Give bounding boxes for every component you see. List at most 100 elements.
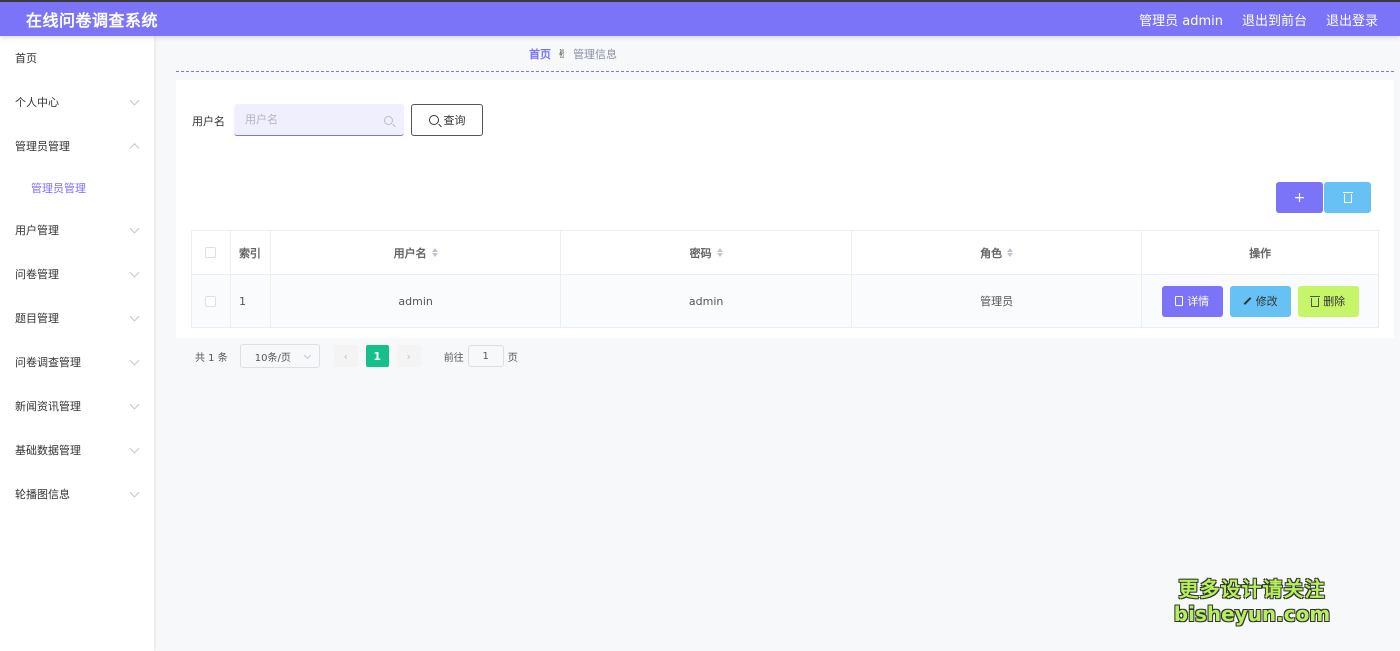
trash-icon (1310, 295, 1321, 307)
sidebar-subitem-label: 管理员管理 (31, 182, 86, 195)
sidebar-item-carousel-info[interactable]: 轮播图信息 (0, 472, 154, 516)
watermark-line-2: bisheyun.com (1173, 602, 1331, 626)
content-card: 用户名 查询 + 索引 用户名 密 (176, 80, 1394, 368)
watermark-line-1: 更多设计请关注 (1178, 577, 1326, 601)
sidebar-item-label: 管理员管理 (15, 140, 70, 153)
cell-actions: 详情 修改 删除 (1142, 275, 1378, 327)
breadcrumb-home[interactable]: 首页 (529, 46, 551, 62)
page-size-value: 10条/页 (254, 352, 291, 364)
header-actions: 管理员 admin 退出到前台 退出登录 (1139, 10, 1378, 29)
cell-index: 1 (231, 275, 271, 327)
column-header-username[interactable]: 用户名 (271, 231, 562, 274)
breadcrumb: 首页 ✌ 管理信息 (176, 36, 1394, 72)
edit-button-label: 修改 (1255, 295, 1278, 308)
column-header-label: 用户名 (393, 246, 427, 260)
sort-icon[interactable] (431, 248, 438, 257)
app-title: 在线问卷调查系统 (26, 11, 159, 30)
sidebar-subitem-admin-management[interactable]: 管理员管理 (0, 168, 154, 208)
batch-delete-button[interactable] (1324, 182, 1371, 213)
sidebar-item-label: 首页 (15, 52, 37, 65)
top-navbar: 在线问卷调查系统 管理员 admin 退出到前台 退出登录 (0, 0, 1400, 36)
column-header-index: 索引 (231, 231, 271, 274)
cell-username: admin (271, 275, 562, 327)
sidebar-item-questionnaire-management[interactable]: 问卷管理 (0, 252, 154, 296)
sidebar-item-admin-management[interactable]: 管理员管理 (0, 124, 154, 168)
row-checkbox[interactable] (205, 295, 217, 307)
sidebar-item-label: 轮播图信息 (15, 488, 70, 501)
pagination: 共 1 条 10条/页 ‹ 1 › 前往 1 页 (195, 344, 518, 368)
exit-to-front-link[interactable]: 退出到前台 (1242, 10, 1307, 29)
cell-role: 管理员 (852, 275, 1143, 327)
chevron-down-icon (129, 443, 140, 454)
victory-hand-icon: ✌ (557, 46, 568, 61)
edit-icon (1243, 297, 1252, 305)
chevron-down-icon (129, 267, 140, 278)
pagination-total: 共 1 条 (195, 352, 228, 364)
sidebar-item-question-management[interactable]: 题目管理 (0, 296, 154, 340)
chevron-down-icon (129, 95, 140, 106)
column-header-actions: 操作 (1142, 231, 1378, 274)
sort-icon[interactable] (1007, 248, 1014, 257)
column-header-label: 操作 (1249, 246, 1272, 260)
logout-link[interactable]: 退出登录 (1326, 10, 1378, 29)
search-icon (428, 115, 439, 125)
sidebar-item-label: 个人中心 (15, 96, 59, 109)
main-content: 首页 ✌ 管理信息 用户名 查询 + 索引 用户名 (176, 36, 1394, 368)
row-checkbox-cell (192, 275, 231, 327)
page-size-select[interactable]: 10条/页 (239, 344, 320, 368)
chevron-down-icon (129, 223, 140, 234)
chevron-up-icon (129, 143, 140, 154)
select-all-checkbox[interactable] (205, 247, 217, 258)
table-row: 1 admin admin 管理员 详情 修改 删除 (192, 275, 1378, 327)
current-user-label: 管理员 admin (1139, 13, 1223, 29)
page-number-current[interactable]: 1 (365, 345, 389, 367)
chevron-down-icon (129, 355, 140, 366)
document-icon (1175, 296, 1184, 306)
search-label: 用户名 (192, 115, 225, 128)
detail-button[interactable]: 详情 (1161, 285, 1223, 317)
prev-page-button[interactable]: ‹ (333, 345, 358, 367)
goto-page-input[interactable]: 1 (467, 345, 504, 367)
watermark: 更多设计请关注 bisheyun.com (1172, 573, 1332, 626)
next-page-button[interactable]: › (396, 345, 421, 367)
chevron-down-icon (129, 487, 140, 498)
sidebar-item-home[interactable]: 首页 (0, 36, 154, 80)
query-button-label: 查询 (443, 114, 466, 127)
sidebar-item-user-management[interactable]: 用户管理 (0, 208, 154, 252)
username-search-input[interactable] (234, 104, 404, 136)
delete-button-label: 删除 (1323, 295, 1346, 308)
query-button[interactable]: 查询 (411, 104, 483, 136)
add-button[interactable]: + (1276, 182, 1323, 213)
search-icon (384, 116, 393, 125)
column-header-password[interactable]: 密码 (561, 231, 852, 274)
sidebar-item-profile[interactable]: 个人中心 (0, 80, 154, 124)
sidebar-item-label: 新闻资讯管理 (15, 400, 81, 413)
breadcrumb-current: 管理信息 (573, 47, 618, 61)
sidebar: 首页 个人中心 管理员管理 管理员管理 用户管理 问卷管理 题目管理 问卷调查管… (0, 36, 154, 651)
header-checkbox-cell (192, 231, 231, 274)
sidebar-item-label: 问卷管理 (15, 268, 59, 281)
chevron-down-icon (129, 399, 140, 410)
column-header-label: 角色 (980, 246, 1003, 260)
table-header: 索引 用户名 密码 角色 操作 (192, 231, 1378, 275)
cell-password: admin (561, 275, 852, 327)
edit-button[interactable]: 修改 (1229, 285, 1291, 317)
column-header-label: 密码 (689, 246, 712, 260)
sidebar-item-basic-data-management[interactable]: 基础数据管理 (0, 428, 154, 472)
sidebar-item-label: 用户管理 (15, 224, 59, 237)
trash-icon (1342, 192, 1353, 203)
page-unit-label: 页 (507, 352, 518, 364)
sidebar-item-survey-management[interactable]: 问卷调查管理 (0, 340, 154, 384)
sidebar-item-news-management[interactable]: 新闻资讯管理 (0, 384, 154, 428)
chevron-down-icon (303, 351, 311, 360)
admin-table: 索引 用户名 密码 角色 操作 1 admin admin 管理员 详情 修改 … (191, 230, 1379, 328)
detail-button-label: 详情 (1187, 295, 1210, 308)
delete-button[interactable]: 删除 (1297, 285, 1359, 317)
column-header-role[interactable]: 角色 (852, 231, 1143, 274)
sidebar-item-label: 题目管理 (15, 312, 59, 325)
column-header-label: 索引 (238, 246, 261, 260)
sidebar-item-label: 问卷调查管理 (15, 356, 81, 369)
sidebar-item-label: 基础数据管理 (15, 444, 81, 457)
sort-icon[interactable] (716, 248, 723, 257)
chevron-down-icon (129, 311, 140, 322)
